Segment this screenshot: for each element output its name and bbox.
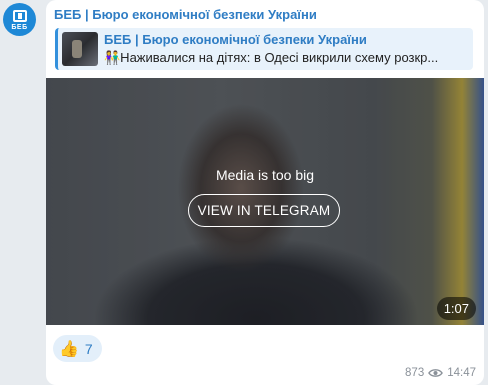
channel-name[interactable]: БЕБ | Бюро економічної безпеки України bbox=[54, 7, 317, 22]
reaction-count: 7 bbox=[84, 340, 93, 357]
channel-avatar[interactable]: БЕБ bbox=[3, 3, 36, 36]
forward-title: БЕБ | Бюро економічної безпеки України bbox=[104, 32, 367, 47]
eye-icon bbox=[428, 369, 444, 377]
forward-thumbnail bbox=[62, 32, 98, 66]
media-caption: Media is too big bbox=[215, 167, 315, 183]
forwarded-message[interactable]: БЕБ | Бюро економічної безпеки України 👫… bbox=[55, 28, 473, 70]
view-count: 873 bbox=[405, 367, 425, 379]
avatar-logo-text: БЕБ bbox=[11, 23, 28, 31]
video-media[interactable]: Media is too big VIEW IN TELEGRAM 1:07 bbox=[46, 78, 484, 325]
beb-logo-icon bbox=[12, 9, 27, 22]
video-duration-badge: 1:07 bbox=[436, 297, 476, 320]
reaction-thumbs-up[interactable]: 👍 7 bbox=[53, 335, 102, 362]
message-meta: 873 14:47 bbox=[405, 367, 476, 379]
forward-preview-text: 👫Наживалися на дітях: в Одесі викрили сх… bbox=[104, 50, 439, 65]
view-in-telegram-button[interactable]: VIEW IN TELEGRAM bbox=[188, 194, 340, 227]
thumbs-up-icon: 👍 bbox=[59, 340, 79, 358]
message-bubble: БЕБ | Бюро економічної безпеки України Б… bbox=[46, 0, 484, 385]
message-time: 14:47 bbox=[447, 367, 476, 379]
